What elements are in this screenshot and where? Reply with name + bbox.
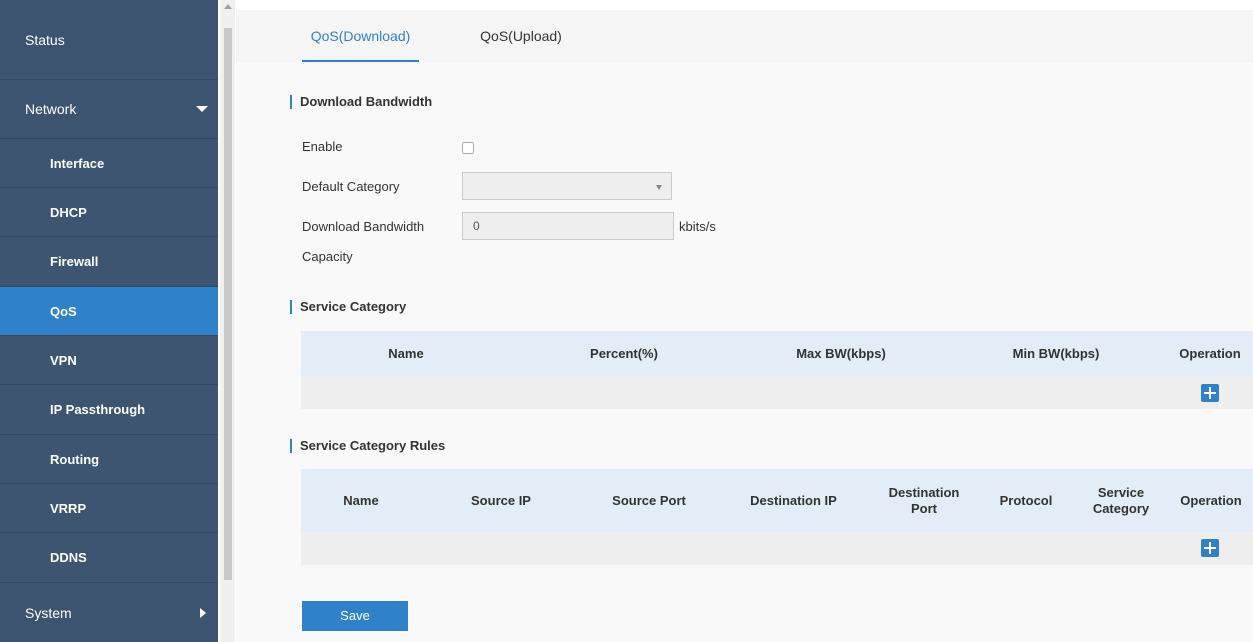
column-header-source-ip: Source IP (471, 492, 531, 508)
table-header: Name Source IP Source Port Destination I… (301, 469, 1253, 532)
sidebar-item-label: Firewall (50, 254, 99, 269)
service-category-rules-table: Name Source IP Source Port Destination I… (301, 469, 1253, 565)
enable-label: Enable (302, 139, 343, 154)
sidebar-item-label: DHCP (50, 204, 87, 220)
capacity-label: Download Bandwidth (302, 219, 425, 234)
download-bandwidth-capacity-input[interactable]: 0 (462, 212, 674, 240)
column-header-name: Name (388, 345, 424, 361)
tab-bar: QoS(Download) QoS(Upload) (236, 10, 1253, 62)
sidebar-item-qos[interactable]: QoS (0, 287, 218, 336)
column-header-destination-ip: Destination IP (750, 492, 837, 508)
capacity-label-line2: Capacity (302, 249, 353, 264)
tab-qos-download[interactable]: QoS(Download) (302, 10, 419, 62)
column-header-percent: Percent(%) (590, 345, 658, 361)
service-category-table: Name Percent(%) Max BW(kbps) Min BW(kbps… (301, 331, 1253, 409)
caret-right-icon (200, 607, 206, 618)
enable-checkbox[interactable] (462, 142, 474, 154)
main-panel: QoS(Download) QoS(Upload) Download Bandw… (236, 0, 1253, 642)
section-title-download-bandwidth: Download Bandwidth (290, 95, 432, 109)
caret-down-icon (196, 106, 208, 112)
sidebar-item-label: Routing (50, 451, 100, 467)
add-service-category-icon[interactable] (1201, 384, 1219, 402)
sidebar-item-label: Status (25, 31, 65, 48)
column-header-service-category: Service Category (1092, 484, 1150, 516)
section-title-service-category-rules: Service Category Rules (290, 439, 445, 453)
dropdown-arrow-icon (656, 185, 662, 190)
scrollbar-thumb[interactable] (224, 28, 232, 580)
default-category-select[interactable] (462, 172, 672, 200)
column-header-operation: Operation (1180, 492, 1242, 508)
sidebar-item-label: QoS (50, 303, 77, 319)
sidebar-item-label: Network (25, 101, 77, 117)
sidebar-item-routing[interactable]: Routing (0, 435, 218, 484)
sidebar-item-network[interactable]: Network (0, 80, 218, 139)
capacity-unit: kbits/s (679, 219, 716, 234)
column-header-destination-port: Destination Port (888, 484, 960, 516)
column-header-source-port: Source Port (612, 492, 686, 508)
sidebar-item-label: VRRP (50, 500, 87, 516)
sidebar-item-system[interactable]: System (0, 583, 218, 642)
table-body (301, 376, 1253, 409)
table-header: Name Percent(%) Max BW(kbps) Min BW(kbps… (301, 331, 1253, 376)
save-button[interactable]: Save (302, 601, 408, 631)
sidebar-item-label: VPN (50, 352, 77, 368)
sidebar: Status Network Interface DHCP Firewall Q… (0, 0, 218, 642)
column-header-min-bw: Min BW(kbps) (1012, 345, 1100, 361)
add-rule-icon[interactable] (1201, 539, 1219, 557)
section-title-service-category: Service Category (290, 300, 406, 314)
column-header-max-bw: Max BW(kbps) (796, 345, 886, 361)
sidebar-item-interface[interactable]: Interface (0, 139, 218, 188)
default-category-label: Default Category (302, 179, 400, 194)
sidebar-item-label: IP Passthrough (50, 402, 146, 417)
sidebar-item-ddns[interactable]: DDNS (0, 533, 218, 583)
content-area: Download Bandwidth Enable Default Catego… (236, 62, 1253, 642)
scroll-up-icon[interactable] (224, 4, 232, 9)
table-body (301, 532, 1253, 565)
sidebar-item-status[interactable]: Status (0, 0, 218, 80)
sidebar-item-ip-passthrough[interactable]: IP Passthrough (0, 385, 218, 435)
sidebar-item-vpn[interactable]: VPN (0, 336, 218, 385)
tab-qos-upload[interactable]: QoS(Upload) (466, 10, 576, 62)
column-header-operation: Operation (1179, 345, 1241, 361)
column-header-name: Name (343, 492, 379, 508)
sidebar-item-label: System (25, 604, 72, 621)
sidebar-scrollbar[interactable] (220, 0, 235, 642)
sidebar-item-label: DDNS (50, 550, 87, 565)
sidebar-item-firewall[interactable]: Firewall (0, 237, 218, 287)
sidebar-item-dhcp[interactable]: DHCP (0, 188, 218, 237)
column-header-protocol: Protocol (999, 492, 1053, 508)
sidebar-item-vrrp[interactable]: VRRP (0, 484, 218, 533)
sidebar-item-label: Interface (50, 155, 105, 171)
